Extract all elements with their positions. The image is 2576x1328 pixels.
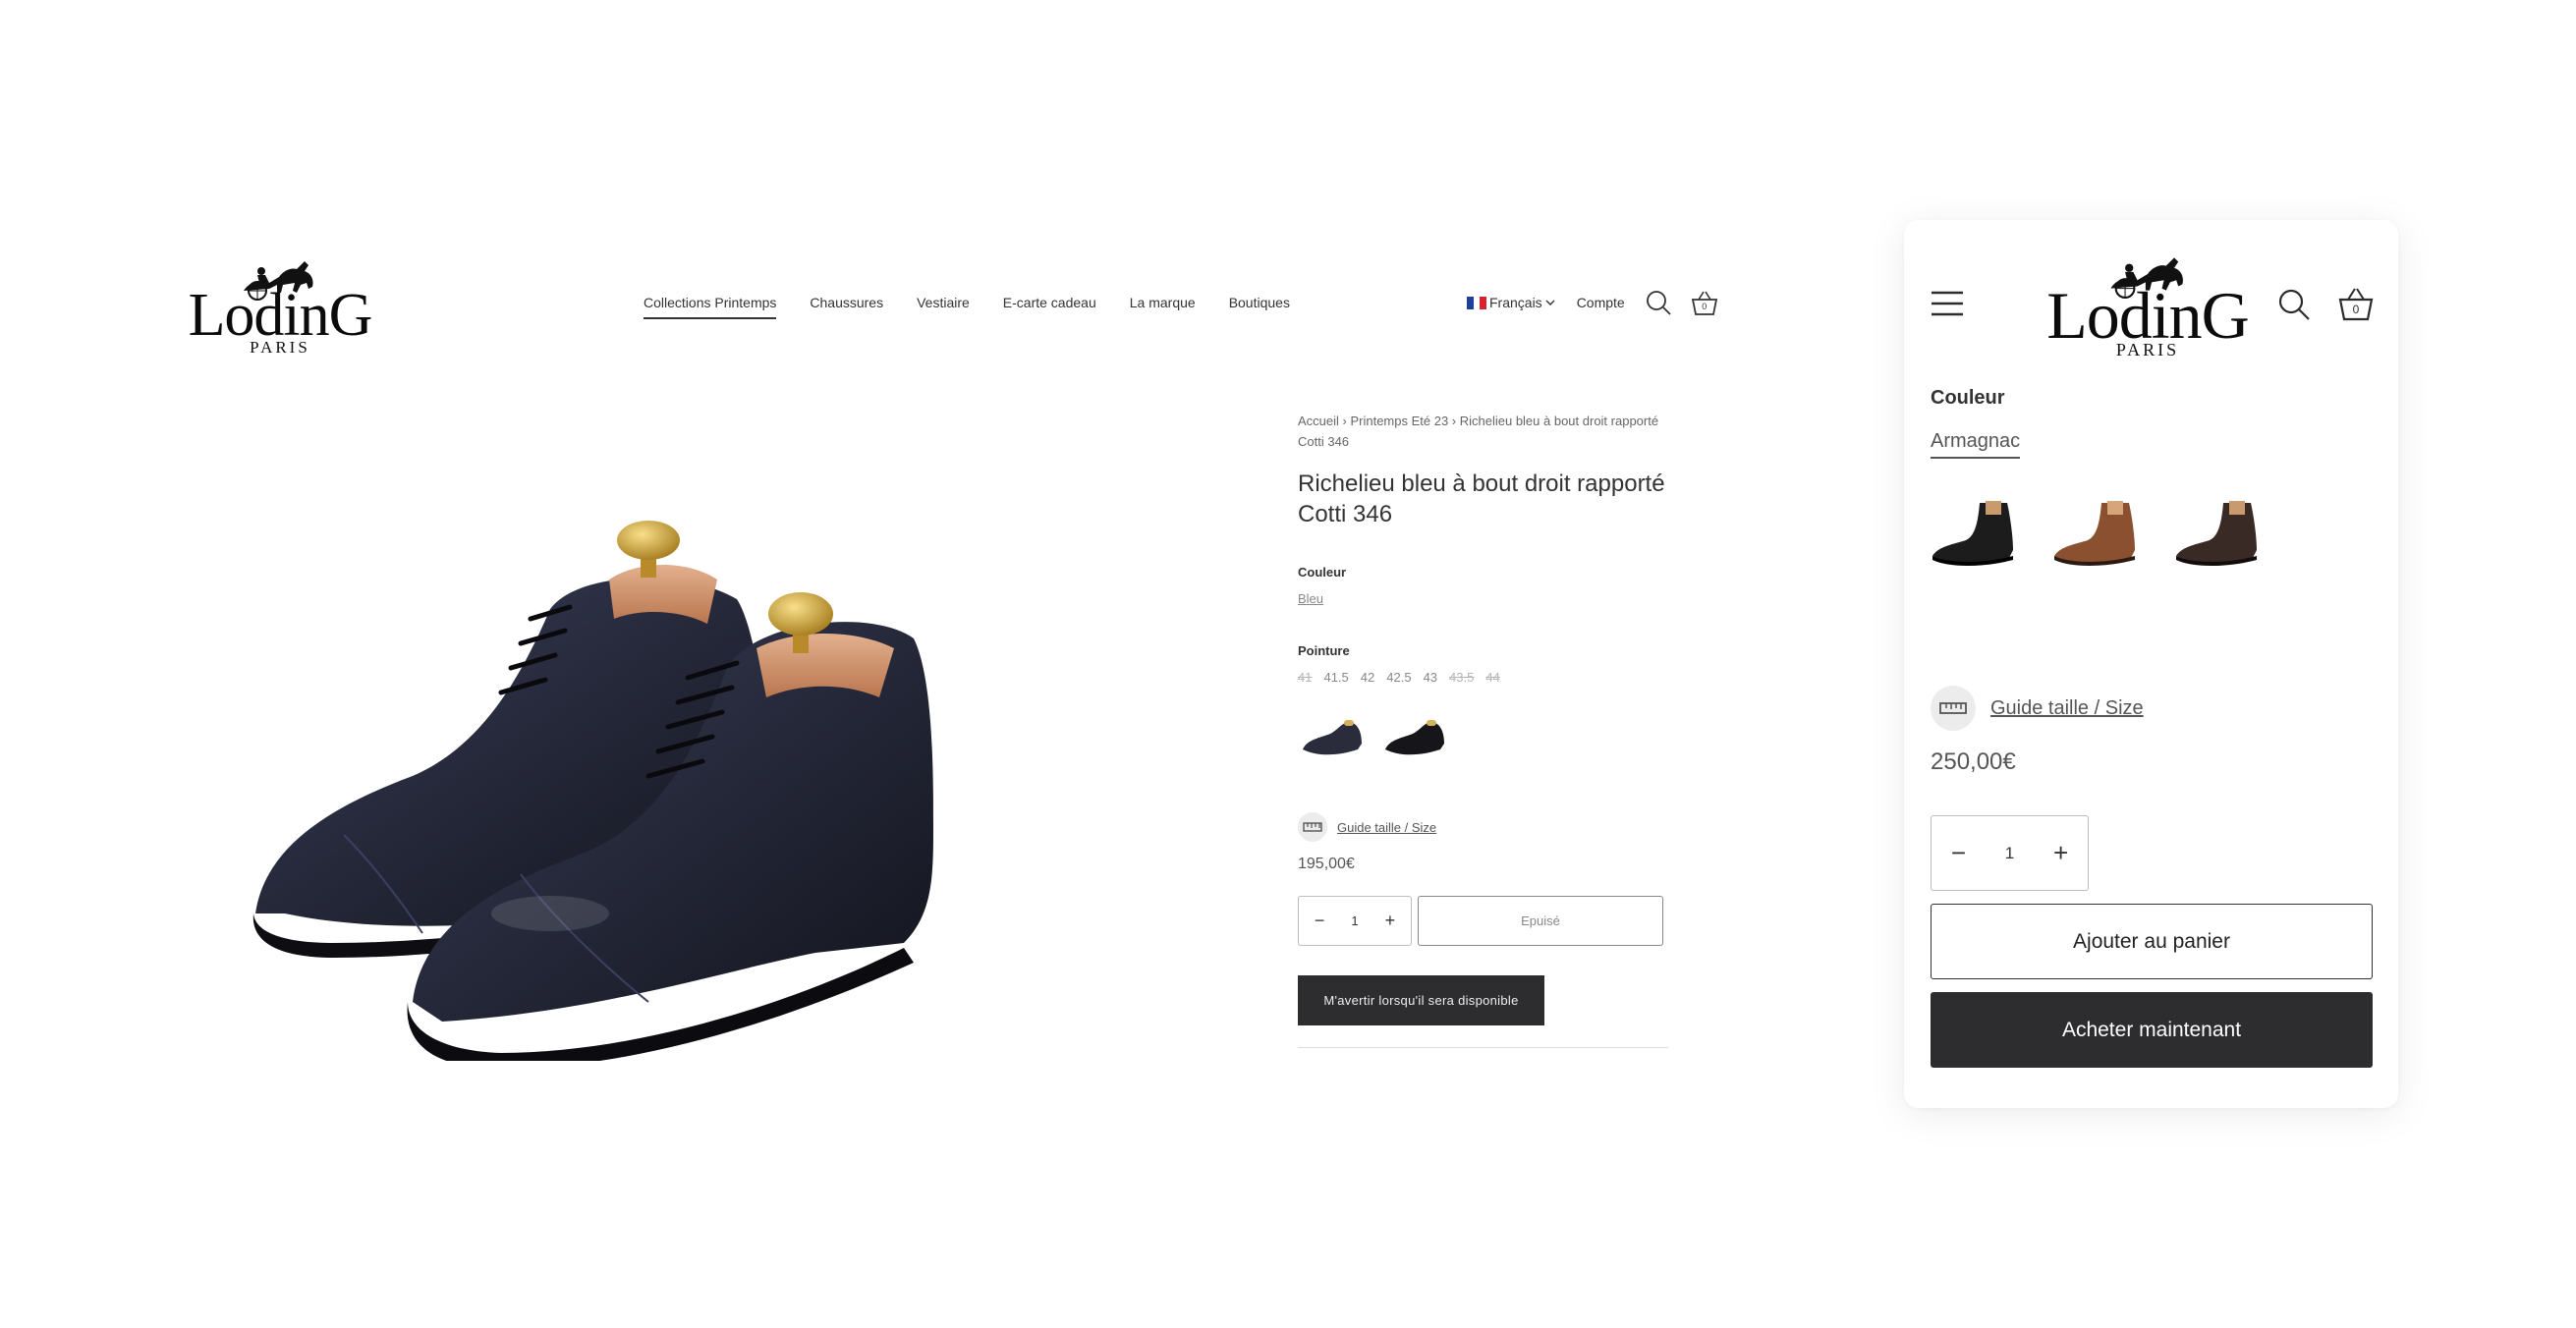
size-option[interactable]: 41 xyxy=(1298,670,1312,685)
product-image[interactable] xyxy=(226,452,1110,1069)
mobile-quantity-stepper: − 1 + xyxy=(1931,815,2089,891)
size-option[interactable]: 44 xyxy=(1485,670,1499,685)
variant-thumb-black[interactable] xyxy=(1380,710,1451,765)
mobile-brand-logo[interactable]: LodinG PARIS xyxy=(2044,249,2251,360)
sold-out-button[interactable]: Epuisé xyxy=(1418,896,1663,946)
account-link[interactable]: Compte xyxy=(1577,295,1625,310)
nav-item-chaussures[interactable]: Chaussures xyxy=(810,295,883,319)
mobile-price: 250,00€ xyxy=(1931,748,2016,775)
swatch-black-boot[interactable] xyxy=(1927,483,2025,581)
nav-item-brand[interactable]: La marque xyxy=(1130,295,1196,319)
color-value[interactable]: Bleu xyxy=(1298,591,1323,606)
quantity-stepper: − 1 + xyxy=(1298,896,1412,946)
purchase-row: − 1 + Epuisé xyxy=(1298,896,1671,946)
nav-item-gift-card[interactable]: E-carte cadeau xyxy=(1003,295,1096,319)
mobile-size-guide-link[interactable]: Guide taille / Size xyxy=(1931,686,2144,731)
size-options: 41 41.5 42 42.5 43 43.5 44 xyxy=(1298,670,1671,685)
notify-button[interactable]: M'avertir lorsqu'il sera disponible xyxy=(1298,975,1544,1025)
main-nav: Collections Printemps Chaussures Vestiai… xyxy=(644,295,1290,319)
cart-count: 0 xyxy=(2352,303,2360,316)
brand-logo[interactable]: LodinG PARIS xyxy=(187,253,373,357)
size-option[interactable]: 43.5 xyxy=(1449,670,1474,685)
nav-item-collections[interactable]: Collections Printemps xyxy=(644,295,777,319)
cart-count: 0 xyxy=(1702,302,1708,311)
mobile-color-label: Couleur xyxy=(1931,387,2005,409)
brand-subtitle: PARIS xyxy=(2115,340,2180,360)
basket-icon[interactable]: 0 xyxy=(1690,289,1719,316)
nav-item-shops[interactable]: Boutiques xyxy=(1229,295,1290,319)
mobile-color-value[interactable]: Armagnac xyxy=(1931,430,2021,459)
size-guide-label: Guide taille / Size xyxy=(1337,819,1437,835)
breadcrumb[interactable]: Accueil › Printemps Eté 23 › Richelieu b… xyxy=(1298,411,1671,452)
minus-icon[interactable]: − xyxy=(1951,838,1966,868)
product-title: Richelieu bleu à bout droit rapporté Cot… xyxy=(1298,470,1665,527)
size-guide-label: Guide taille / Size xyxy=(1990,696,2144,719)
product-info: Accueil › Printemps Eté 23 › Richelieu b… xyxy=(1298,411,1671,1048)
variant-thumbnails xyxy=(1298,710,1671,765)
search-icon[interactable] xyxy=(2277,288,2311,326)
mobile-color-swatches xyxy=(1927,483,2268,581)
quantity-value[interactable]: 1 xyxy=(1351,913,1358,928)
size-option[interactable]: 42 xyxy=(1361,670,1374,685)
divider xyxy=(1298,1047,1668,1048)
language-label: Français xyxy=(1489,295,1542,310)
mobile-preview-card: LodinG PARIS 0 Couleur Armagnac Guide ta… xyxy=(1904,220,2398,1108)
size-option[interactable]: 42.5 xyxy=(1386,670,1411,685)
size-label: Pointure xyxy=(1298,643,1350,658)
france-flag-icon xyxy=(1467,296,1487,309)
hamburger-icon[interactable] xyxy=(1931,290,1964,322)
add-to-cart-button[interactable]: Ajouter au panier xyxy=(1931,904,2373,979)
swatch-dark-brown-boot[interactable] xyxy=(2170,483,2268,581)
color-label: Couleur xyxy=(1298,565,1347,580)
buy-now-button[interactable]: Acheter maintenant xyxy=(1931,992,2373,1068)
plus-icon[interactable]: + xyxy=(2053,838,2068,868)
size-option[interactable]: 43 xyxy=(1424,670,1437,685)
ruler-icon xyxy=(1931,686,1976,731)
size-guide-link[interactable]: Guide taille / Size xyxy=(1298,812,1671,842)
size-option[interactable]: 41.5 xyxy=(1323,670,1348,685)
basket-icon[interactable]: 0 xyxy=(2337,286,2375,326)
product-price: 195,00€ xyxy=(1298,856,1355,872)
language-selector[interactable]: Français xyxy=(1467,295,1555,310)
quantity-value[interactable]: 1 xyxy=(2005,844,2014,863)
variant-thumb-navy[interactable] xyxy=(1298,710,1369,765)
nav-item-vestiaire[interactable]: Vestiaire xyxy=(917,295,970,319)
swatch-armagnac-boot[interactable] xyxy=(2048,483,2147,581)
minus-icon[interactable]: − xyxy=(1310,911,1329,931)
brand-subtitle: PARIS xyxy=(250,338,310,357)
search-icon[interactable] xyxy=(1645,289,1672,316)
chevron-down-icon xyxy=(1545,300,1555,305)
ruler-icon xyxy=(1298,812,1327,842)
plus-icon[interactable]: + xyxy=(1380,911,1400,931)
header-actions: Français Compte 0 xyxy=(1467,289,1719,316)
